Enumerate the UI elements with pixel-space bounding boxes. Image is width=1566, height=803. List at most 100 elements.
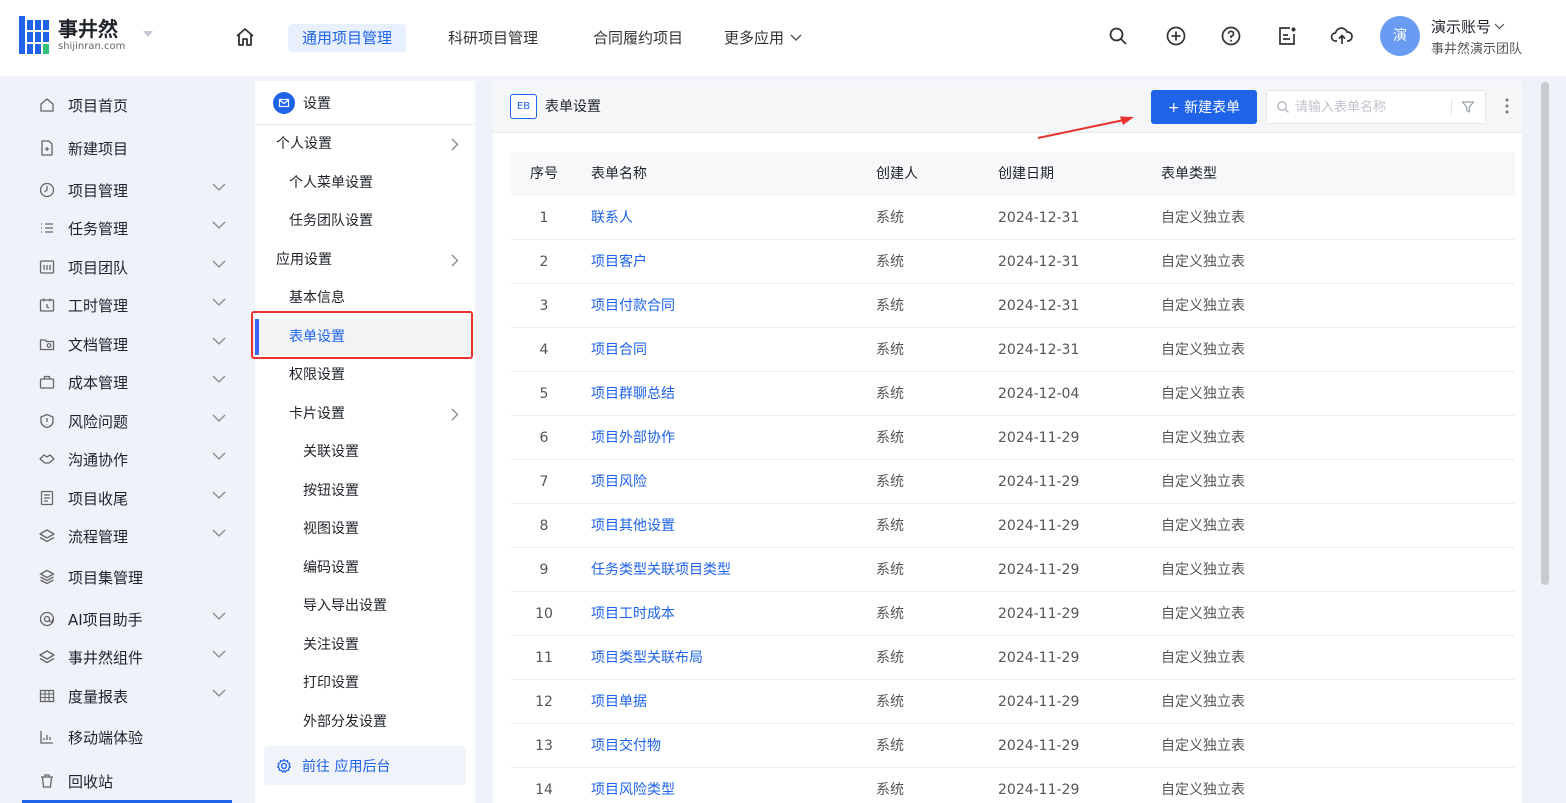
chevron-down-icon[interactable] — [212, 375, 226, 384]
sidebar-item-1[interactable]: 项目首页 — [38, 90, 228, 120]
chevron-down-icon[interactable] — [212, 298, 226, 307]
table-row[interactable]: 8 项目其他设置 系统 2024-11-29 自定义独立表 — [511, 504, 1515, 548]
table-row[interactable]: 10 项目工时成本 系统 2024-11-29 自定义独立表 — [511, 592, 1515, 636]
nav-more-apps[interactable]: 更多应用 — [710, 24, 816, 52]
sidebar-item-16[interactable]: 度量报表 — [38, 681, 228, 711]
chevron-down-icon[interactable] — [212, 183, 226, 192]
chevron-down-icon[interactable] — [212, 689, 226, 698]
form-name-link[interactable]: 项目单据 — [591, 680, 647, 724]
settings-item-4[interactable]: 应用设置 — [255, 242, 475, 278]
chevron-down-icon[interactable] — [212, 529, 226, 538]
form-name-link[interactable]: 项目交付物 — [591, 724, 661, 768]
cloud-upload-icon[interactable] — [1330, 25, 1354, 47]
table-row[interactable]: 9 任务类型关联项目类型 系统 2024-11-29 自定义独立表 — [511, 548, 1515, 592]
form-name-link[interactable]: 项目客户 — [591, 240, 647, 284]
user-menu[interactable]: 演示账号 — [1431, 16, 1505, 37]
sidebar-item-label: 成本管理 — [68, 373, 129, 392]
notification-list-icon[interactable] — [1276, 25, 1298, 47]
table-row[interactable]: 2 项目客户 系统 2024-12-31 自定义独立表 — [511, 240, 1515, 284]
settings-item-15[interactable]: 打印设置 — [255, 665, 475, 701]
sidebar-item-15[interactable]: 事井然组件 — [38, 642, 228, 672]
sidebar-item-14[interactable]: AI项目助手 — [38, 604, 228, 634]
sidebar-item-3[interactable]: 项目管理 — [38, 175, 228, 205]
row-date: 2024-12-04 — [998, 386, 1080, 402]
new-form-button[interactable]: + 新建表单 — [1151, 90, 1257, 124]
table-row[interactable]: 13 项目交付物 系统 2024-11-29 自定义独立表 — [511, 724, 1515, 768]
chevron-down-icon[interactable] — [212, 612, 226, 621]
sidebar-item-17[interactable]: 移动端体验 — [38, 722, 228, 752]
settings-item-7[interactable]: 权限设置 — [255, 357, 475, 393]
sidebar-item-2[interactable]: 新建项目 — [38, 133, 228, 163]
logo-dropdown-caret-icon[interactable] — [143, 31, 153, 37]
table-row[interactable]: 3 项目付款合同 系统 2024-12-31 自定义独立表 — [511, 284, 1515, 328]
chevron-down-icon — [790, 34, 802, 41]
search-icon[interactable] — [1107, 25, 1129, 47]
table-row[interactable]: 5 项目群聊总结 系统 2024-12-04 自定义独立表 — [511, 372, 1515, 416]
row-date: 2024-11-29 — [998, 694, 1080, 710]
form-name-link[interactable]: 项目风险 — [591, 460, 647, 504]
chevron-down-icon[interactable] — [212, 221, 226, 230]
table-row[interactable]: 1 联系人 系统 2024-12-31 自定义独立表 — [511, 196, 1515, 240]
settings-item-10[interactable]: 按钮设置 — [255, 473, 475, 509]
row-creator: 系统 — [876, 386, 904, 402]
form-name-link[interactable]: 项目付款合同 — [591, 284, 675, 328]
settings-item-16[interactable]: 外部分发设置 — [255, 704, 475, 740]
chevron-down-icon[interactable] — [212, 414, 226, 423]
chevron-down-icon[interactable] — [212, 650, 226, 659]
form-name-link[interactable]: 项目群聊总结 — [591, 372, 675, 416]
form-name-link[interactable]: 任务类型关联项目类型 — [591, 548, 731, 592]
sidebar-item-5[interactable]: 项目团队 — [38, 252, 228, 282]
sidebar-item-13[interactable]: 项目集管理 — [38, 562, 228, 592]
sidebar-item-11[interactable]: 项目收尾 — [38, 483, 228, 513]
add-circle-icon[interactable] — [1165, 25, 1187, 47]
table-row[interactable]: 12 项目单据 系统 2024-11-29 自定义独立表 — [511, 680, 1515, 724]
settings-item-13[interactable]: 导入导出设置 — [255, 588, 475, 624]
sidebar-item-6[interactable]: 工时管理 — [38, 290, 228, 320]
form-name-link[interactable]: 项目其他设置 — [591, 504, 675, 548]
home-icon[interactable] — [234, 26, 256, 48]
avatar[interactable]: 演 — [1380, 16, 1420, 56]
settings-item-14[interactable]: 关注设置 — [255, 627, 475, 663]
settings-item-8[interactable]: 卡片设置 — [255, 396, 475, 432]
sidebar-item-10[interactable]: 沟通协作 — [38, 444, 228, 474]
nav-tab-research-projects[interactable]: 科研项目管理 — [434, 24, 552, 52]
logo[interactable]: 事井然 shijinran.com — [19, 14, 125, 56]
table-row[interactable]: 11 项目类型关联布局 系统 2024-11-29 自定义独立表 — [511, 636, 1515, 680]
settings-item-9[interactable]: 关联设置 — [255, 434, 475, 470]
table-row[interactable]: 14 项目风险类型 系统 2024-11-29 自定义独立表 — [511, 768, 1515, 803]
chevron-down-icon[interactable] — [212, 452, 226, 461]
sidebar-item-12[interactable]: 流程管理 — [38, 521, 228, 551]
sidebar-item-8[interactable]: 成本管理 — [38, 367, 228, 397]
form-name-link[interactable]: 项目类型关联布局 — [591, 636, 703, 680]
help-icon[interactable] — [1220, 25, 1242, 47]
form-name-link[interactable]: 项目工时成本 — [591, 592, 675, 636]
nav-tab-general-projects[interactable]: 通用项目管理 — [288, 24, 407, 52]
more-options-icon[interactable] — [1505, 98, 1509, 114]
form-search-input[interactable] — [1295, 97, 1445, 117]
table-row[interactable]: 7 项目风险 系统 2024-11-29 自定义独立表 — [511, 460, 1515, 504]
table-row[interactable]: 6 项目外部协作 系统 2024-11-29 自定义独立表 — [511, 416, 1515, 460]
settings-item-11[interactable]: 视图设置 — [255, 511, 475, 547]
form-name-link[interactable]: 联系人 — [591, 196, 633, 240]
row-date: 2024-12-31 — [998, 254, 1080, 270]
form-name-link[interactable]: 项目外部协作 — [591, 416, 675, 460]
settings-item-label: 按钮设置 — [303, 483, 359, 499]
chevron-down-icon[interactable] — [212, 337, 226, 346]
settings-item-3[interactable]: 任务团队设置 — [255, 203, 475, 239]
nav-tab-contract-projects[interactable]: 合同履约项目 — [579, 24, 697, 52]
form-name-link[interactable]: 项目风险类型 — [591, 768, 675, 803]
chevron-down-icon[interactable] — [212, 260, 226, 269]
table-row[interactable]: 4 项目合同 系统 2024-12-31 自定义独立表 — [511, 328, 1515, 372]
form-name-link[interactable]: 项目合同 — [591, 328, 647, 372]
sidebar-item-18[interactable]: 回收站 — [38, 766, 228, 796]
settings-item-12[interactable]: 编码设置 — [255, 550, 475, 586]
goto-app-backend-button[interactable]: 前往 应用后台 — [264, 746, 466, 785]
sidebar-item-4[interactable]: 任务管理 — [38, 213, 228, 243]
sidebar-item-9[interactable]: 风险问题 — [38, 406, 228, 436]
scrollbar-thumb[interactable] — [1541, 82, 1549, 585]
settings-item-1[interactable]: 个人设置 — [255, 126, 475, 162]
chevron-down-icon[interactable] — [212, 491, 226, 500]
sidebar-item-7[interactable]: 文档管理 — [38, 329, 228, 359]
filter-icon[interactable] — [1461, 100, 1475, 114]
settings-item-2[interactable]: 个人菜单设置 — [255, 165, 475, 201]
